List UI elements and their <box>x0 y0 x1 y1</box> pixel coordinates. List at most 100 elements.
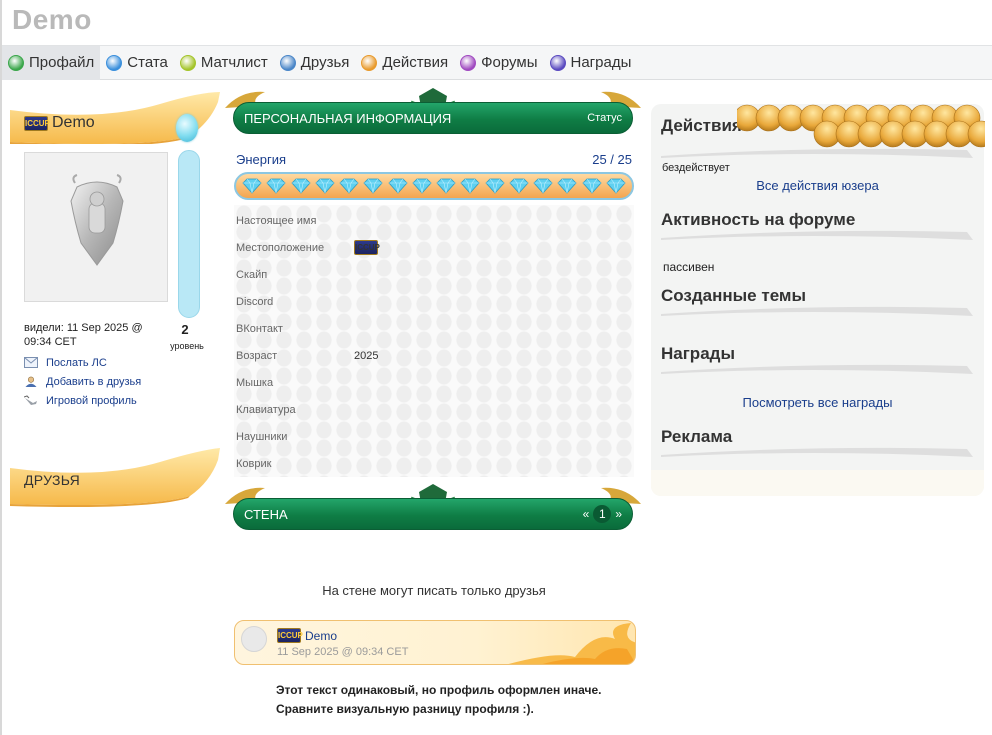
info-key: Мышка <box>236 376 274 389</box>
level-label: уровень <box>170 341 204 351</box>
energy-label: Энергия <box>236 152 287 167</box>
post-text-line: Сравните визуальную разницу профиля :). <box>276 702 534 716</box>
info-row: Скайп <box>234 261 634 288</box>
info-row: Возраст 2025 <box>234 342 634 369</box>
pager-current-page[interactable]: 1 <box>593 505 612 523</box>
tab-friends[interactable]: Друзья <box>274 46 356 80</box>
info-key: ВКонтакт <box>236 322 283 335</box>
rank-badge-icon <box>70 174 124 266</box>
add-friend-icon <box>25 376 37 387</box>
tab-label: Награды <box>570 54 632 71</box>
info-row: Коврик <box>234 450 634 477</box>
profile-icon <box>8 54 24 71</box>
status-label: Статус <box>587 112 622 124</box>
wall-header: СТЕНА « 1 » <box>221 484 645 540</box>
info-key: Скайп <box>236 268 268 281</box>
energy-gem-icon <box>606 178 626 194</box>
energy-gem-icon <box>436 178 456 194</box>
right-sidebar: Действия бездействует Все действия юзера… <box>651 104 984 496</box>
energy-gem-icon <box>363 178 383 194</box>
tab-label: Форумы <box>481 54 538 71</box>
wall-bar: СТЕНА « 1 » <box>233 498 633 530</box>
energy-gem-icon <box>412 178 432 194</box>
info-key: Возраст <box>236 349 278 362</box>
awards-icon <box>549 54 566 71</box>
game-profile-icon <box>24 395 37 405</box>
info-row: Discord <box>234 288 634 315</box>
energy-gem-icon <box>582 178 602 194</box>
add-friend-label: Добавить в друзья <box>46 375 142 388</box>
personal-info-heading: ПЕРСОНАЛЬНАЯ ИНФОРМАЦИЯ <box>244 110 452 126</box>
info-key: Настоящее имя <box>236 214 317 227</box>
tab-stats[interactable]: Стата <box>100 46 174 80</box>
info-key: Discord <box>236 295 274 308</box>
tab-label: Друзья <box>300 54 350 71</box>
all-actions-link[interactable]: Все действия юзера <box>651 178 984 193</box>
post-text-line: Этот текст одинаковый, но профиль оформл… <box>276 683 602 697</box>
stats-icon <box>106 54 123 71</box>
energy-gem-icon <box>557 178 577 194</box>
energy-gem-icon <box>266 178 286 194</box>
tab-awards[interactable]: Награды <box>544 46 638 80</box>
actions-heading: Действия <box>661 116 742 135</box>
wall-post: ICCUP Demo 11 Sep 2025 @ 09:34 CET <box>234 620 636 665</box>
pager-prev-button[interactable]: « <box>583 507 590 521</box>
divider-swoosh <box>661 230 973 240</box>
post-author-name: Demo <box>305 628 338 643</box>
profile-actions: Послать ЛС Добавить в друзья Игровой про… <box>24 353 141 410</box>
tab-label: Стата <box>127 54 168 71</box>
clan-flag-icon: ICCUP <box>24 115 50 131</box>
profile-tabs: Профайл Стата Матчлист Друзья Действия Форумы… <box>2 45 992 80</box>
wall-note: На стене могут писать только друзья <box>322 583 546 598</box>
forums-icon <box>460 54 477 71</box>
energy-gem-icon <box>509 178 529 194</box>
info-key: Местоположение <box>236 241 325 254</box>
all-awards-link[interactable]: Посмотреть все награды <box>651 395 984 410</box>
divider-swoosh <box>661 306 973 316</box>
location-flag-icon: ICCUP <box>354 240 380 255</box>
energy-gem-icon <box>388 178 408 194</box>
energy-bar <box>234 172 634 200</box>
post-date: 11 Sep 2025 @ 09:34 CET <box>277 646 409 658</box>
friends-icon <box>279 54 296 71</box>
tab-forums[interactable]: Форумы <box>454 46 543 80</box>
last-seen-text: видели: 11 Sep 2025 @ 09:34 CET <box>24 322 143 348</box>
sidebar-footer <box>651 470 984 496</box>
wall-pager: « 1 » <box>583 505 622 523</box>
info-key: Коврик <box>236 457 272 470</box>
send-message-link[interactable]: Послать ЛС <box>24 353 141 372</box>
energy-gem-icon <box>485 178 505 194</box>
pager-next-button[interactable]: » <box>615 507 622 521</box>
game-profile-link[interactable]: Игровой профиль <box>24 391 141 410</box>
personal-info-header: ПЕРСОНАЛЬНАЯ ИНФОРМАЦИЯ Статус <box>221 88 645 144</box>
profile-username: ICCUP Demo <box>24 114 95 132</box>
info-row: Клавиатура <box>234 396 634 423</box>
actions-status: бездействует <box>662 162 730 174</box>
info-row: Наушники <box>234 423 634 450</box>
energy-gem-icon <box>242 178 262 194</box>
personal-info-bar: ПЕРСОНАЛЬНАЯ ИНФОРМАЦИЯ Статус <box>233 102 633 134</box>
info-row: Мышка <box>234 369 634 396</box>
info-row: Местоположение ICCUP <box>234 234 634 261</box>
energy-gem-icon <box>339 178 359 194</box>
wall-heading: СТЕНА <box>244 506 288 522</box>
post-author[interactable]: ICCUP Demo <box>277 628 337 643</box>
forum-status: пассивен <box>663 260 715 274</box>
divider-swoosh <box>661 364 973 374</box>
personal-info-table: Настоящее имя Местоположение ICCUP Скайп Dis… <box>234 205 634 477</box>
post-avatar[interactable] <box>241 626 267 652</box>
energy-gem-icon <box>533 178 553 194</box>
info-key: Наушники <box>236 430 288 443</box>
tab-label: Профайл <box>29 54 95 71</box>
clan-flag-icon: ICCUP <box>277 628 303 643</box>
username-text: Demo <box>52 114 95 131</box>
tab-matchlist[interactable]: Матчлист <box>174 46 274 80</box>
avatar <box>24 152 168 302</box>
site-title: Demo <box>12 4 92 35</box>
divider-swoosh <box>661 447 973 457</box>
friends-header: ДРУЗЬЯ <box>10 448 220 508</box>
add-friend-link[interactable]: Добавить в друзья <box>24 372 141 391</box>
tab-label: Действия <box>382 54 449 71</box>
tab-actions[interactable]: Действия <box>355 46 454 80</box>
tab-profile[interactable]: Профайл <box>2 45 101 80</box>
